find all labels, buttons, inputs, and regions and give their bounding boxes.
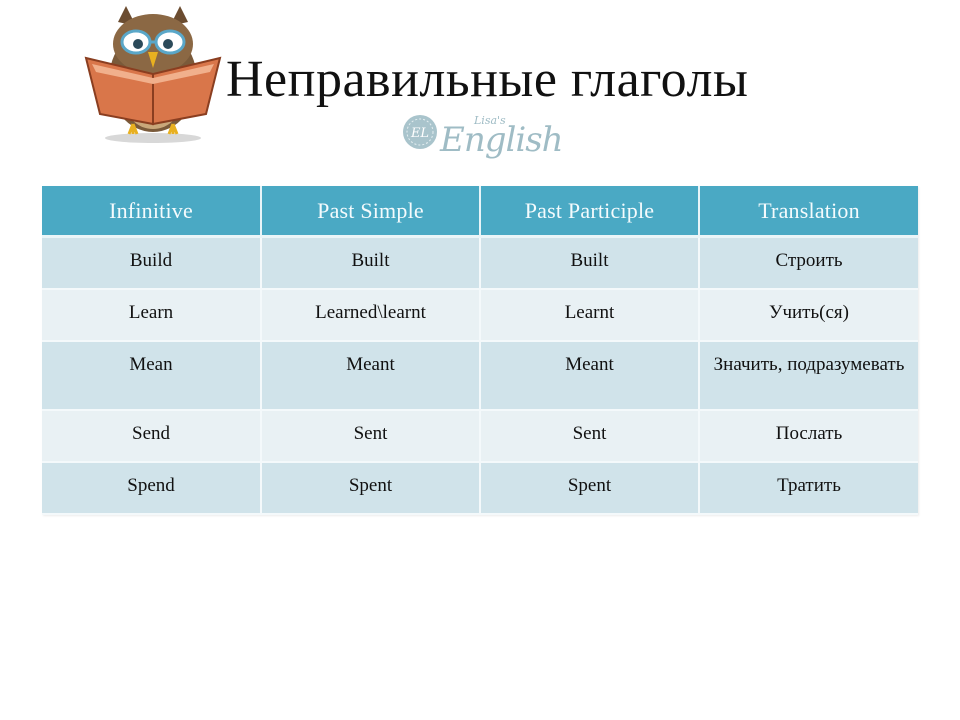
- header-translation: Translation: [699, 186, 918, 238]
- seal-emblem-icon: EL: [403, 115, 437, 149]
- cell-translation: Значить, подразумевать: [699, 341, 918, 411]
- cell-past-participle: Learnt: [480, 289, 700, 342]
- header-past-participle: Past Participle: [480, 186, 700, 238]
- svg-text:EL: EL: [410, 126, 429, 141]
- cell-past-participle: Built: [480, 236, 700, 290]
- cell-past-simple: Spent: [261, 462, 481, 515]
- cell-past-participle: Meant: [480, 341, 700, 411]
- cell-translation: Тратить: [699, 462, 918, 515]
- header-infinitive: Infinitive: [42, 186, 262, 238]
- cell-past-simple: Meant: [261, 341, 481, 411]
- cell-translation: Строить: [699, 236, 918, 290]
- cell-past-simple: Built: [261, 236, 481, 290]
- header-past-simple: Past Simple: [261, 186, 481, 238]
- logo: EL Lisa's English: [402, 108, 564, 164]
- table-header-row: Infinitive Past Simple Past Participle T…: [42, 186, 918, 238]
- table-row: Learn Learned\learnt Learnt Учить(ся): [42, 289, 918, 342]
- table-row: Build Built Built Строить: [42, 236, 918, 290]
- owl-reading-book-icon: [84, 6, 222, 143]
- cell-past-participle: Spent: [480, 462, 700, 515]
- logo-big-text: English: [440, 120, 564, 160]
- cell-translation: Учить(ся): [699, 289, 918, 342]
- cell-infinitive: Send: [42, 410, 262, 463]
- table-row: Mean Meant Meant Значить, подразумевать: [42, 341, 918, 411]
- page-title: Неправильные глаголы: [226, 51, 749, 108]
- cell-infinitive: Learn: [42, 289, 262, 342]
- cell-past-simple: Sent: [261, 410, 481, 463]
- cell-infinitive: Build: [42, 236, 262, 290]
- cell-infinitive: Spend: [42, 462, 262, 515]
- cell-translation: Послать: [699, 410, 918, 463]
- cell-past-simple: Learned\learnt: [261, 289, 481, 342]
- table-row: Spend Spent Spent Тратить: [42, 462, 918, 515]
- irregular-verbs-table: Infinitive Past Simple Past Participle T…: [42, 186, 918, 515]
- table-row: Send Sent Sent Послать: [42, 410, 918, 463]
- cell-infinitive: Mean: [42, 341, 262, 411]
- cell-past-participle: Sent: [480, 410, 700, 463]
